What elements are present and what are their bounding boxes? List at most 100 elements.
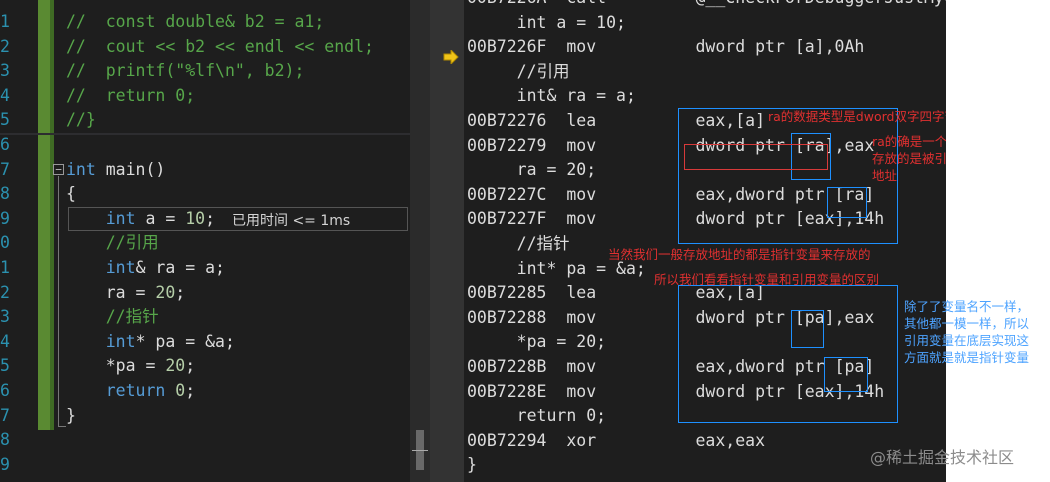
line-number: 8 <box>0 184 10 204</box>
fold-guide-end <box>58 426 66 427</box>
code-line[interactable]: // const double& b2 = a1; <box>66 10 324 35</box>
code-line[interactable]: //引用 <box>66 231 159 256</box>
line-number: 7 <box>0 159 10 179</box>
disassembly-line[interactable]: return 0; <box>467 404 606 429</box>
disassembly-line[interactable]: } <box>467 453 477 478</box>
disassembly-gutter <box>430 0 464 482</box>
code-line[interactable]: return 0; <box>66 379 195 404</box>
line-number: 3 <box>0 61 10 81</box>
code-line[interactable]: int a = 10; <box>66 207 215 232</box>
disassembly-line[interactable]: int& ra = a; <box>467 84 636 109</box>
code-token: 20 <box>155 282 176 302</box>
code-token: 0 <box>175 381 186 400</box>
highlight-box-pa-2 <box>824 357 868 392</box>
collapse-icon[interactable]: − <box>53 164 64 175</box>
code-token: 10 <box>185 208 206 228</box>
source-editor[interactable]: − 已用时间 <= 1ms 1 2 3 4 5 6 7 8 9 0 1 2 3 4 5 6 7 8 9 // cons… <box>0 0 430 482</box>
code-line[interactable]: // cout << b2 << endl << endl; <box>66 35 374 60</box>
disassembly-line[interactable]: 00B72294 xor eax,eax <box>467 429 765 454</box>
code-line[interactable]: int& ra = a; <box>66 256 225 281</box>
editor-separator <box>0 133 410 135</box>
code-line[interactable]: int main() <box>66 158 165 183</box>
code-line[interactable]: } <box>66 404 76 429</box>
code-token: ; <box>175 282 186 302</box>
code-token: } <box>66 405 76 425</box>
code-token: int <box>66 159 96 179</box>
highlight-box-ra-red <box>684 144 828 170</box>
code-token: //指针 <box>66 307 159 327</box>
disassembly-line[interactable]: ra = 20; <box>467 158 596 183</box>
line-number: 3 <box>0 307 10 327</box>
line-number: 2 <box>0 36 10 56</box>
annotation-compare: 所以我们看看指针变量和引用变量的区别 <box>654 272 880 287</box>
code-line[interactable]: //指针 <box>66 305 159 330</box>
code-token: //引用 <box>66 233 159 253</box>
watermark: @稀土掘金技术社区 <box>870 448 1015 467</box>
code-token: main() <box>95 159 166 179</box>
code-line[interactable]: int* pa = &a; <box>66 330 235 355</box>
code-token: ; <box>185 356 196 376</box>
disassembly-line[interactable]: 00B7226F mov dword ptr [a],0Ah <box>467 35 864 60</box>
code-token: // printf("%lf\n", b2); <box>66 61 305 81</box>
code-line[interactable]: *pa = 20; <box>66 354 195 379</box>
disassembly-line[interactable]: *pa = 20; <box>467 330 606 355</box>
code-line[interactable]: //} <box>66 108 96 133</box>
code-line[interactable]: ra = 20; <box>66 281 185 306</box>
disassembly-line[interactable]: //指针 <box>467 232 570 257</box>
code-token: a = <box>135 208 186 228</box>
line-number: 7 <box>0 405 10 425</box>
code-token: 20 <box>165 356 186 376</box>
line-number: 5 <box>0 356 10 376</box>
change-indicator-bar-edge <box>50 0 54 430</box>
code-token: // return 0; <box>66 85 196 105</box>
annotation-pointer-storage: 当然我们一般存放地址的都是指针变量来存放的 <box>608 247 871 262</box>
line-number: 1 <box>0 258 10 277</box>
code-token: & ra = a; <box>135 258 225 277</box>
disassembly-line[interactable]: int a = 10; <box>467 11 626 36</box>
line-number: 2 <box>0 282 10 302</box>
current-instruction-arrow-icon <box>443 50 459 64</box>
code-token: { <box>66 184 76 204</box>
code-token: // const double& b2 = a1; <box>66 12 325 31</box>
scrollbar-marker <box>412 450 428 451</box>
code-token: return <box>105 381 166 400</box>
line-number: 1 <box>0 12 10 31</box>
line-number: 4 <box>0 331 10 351</box>
code-token: ra = <box>66 282 156 302</box>
annotation-conclusion: 除了了变量名不一样， 其他都一模一样，所以 引用变量在底层实现这 方面就是就是指… <box>904 299 1030 365</box>
code-token: //} <box>66 110 96 130</box>
line-number: 9 <box>0 208 10 228</box>
margin-area <box>946 0 1050 482</box>
code-token: ; <box>205 208 216 228</box>
disassembly-line[interactable]: //引用 <box>467 60 570 85</box>
line-number: 6 <box>0 135 10 154</box>
line-number: 5 <box>0 110 10 130</box>
highlight-box-pa-1 <box>791 310 824 348</box>
change-indicator-bar <box>38 0 50 430</box>
code-token: *pa = <box>66 356 166 376</box>
code-token: int <box>105 331 136 351</box>
line-number: 0 <box>0 233 10 253</box>
highlight-box-ra-2 <box>827 187 867 218</box>
highlight-box-ptr-block <box>678 285 898 423</box>
line-number: 8 <box>0 430 10 450</box>
code-line[interactable]: { <box>66 182 76 207</box>
code-token: int <box>105 258 136 277</box>
code-token: int <box>105 208 136 228</box>
elapsed-time-hint: 已用时间 <= 1ms <box>232 213 351 229</box>
code-line[interactable]: // return 0; <box>66 84 195 109</box>
code-token: * pa = &a; <box>135 331 235 351</box>
code-token: // cout << b2 << endl << endl; <box>66 36 374 56</box>
line-number: 4 <box>0 85 10 105</box>
highlight-box-ref-block <box>678 108 898 244</box>
code-token: ; <box>185 381 196 400</box>
disassembly-line[interactable]: 00B7226A call @__CheckForDebuggerJustMyC <box>467 0 946 11</box>
code-line[interactable]: // printf("%lf\n", b2); <box>66 59 304 84</box>
editor-scrollbar[interactable] <box>410 0 430 482</box>
fold-guide-line <box>58 176 59 426</box>
